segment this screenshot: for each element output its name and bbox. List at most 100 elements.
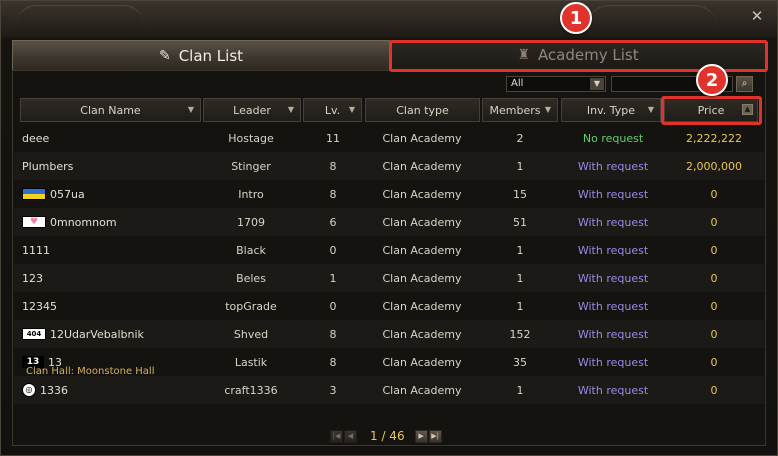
annotation-marker-2: 2 (696, 64, 728, 96)
table-row[interactable]: 1111 Black 0 Clan Academy 1 With request 0 (14, 236, 764, 264)
pagination: |◀ ◀ 1 / 46 ▶ ▶| (330, 428, 443, 444)
inv-type-cell: With request (577, 383, 649, 397)
price-cell: 0 (710, 243, 718, 257)
members-cell: 1 (516, 383, 524, 397)
column-header-members-label: Members (489, 103, 541, 117)
clan-type-cell: Clan Academy (382, 355, 462, 369)
column-header-inv-type-label: Inv. Type (586, 103, 636, 117)
level-cell: 0 (329, 299, 337, 313)
clan-name-text: 057ua (50, 187, 85, 201)
table-row[interactable]: 123 Beles 1 Clan Academy 1 With request 0 (14, 264, 764, 292)
leader-cell: craft1336 (224, 383, 278, 397)
inv-type-cell: With request (577, 327, 649, 341)
page-indicator: 1 / 46 (370, 429, 405, 443)
inv-type-cell: With request (577, 187, 649, 201)
column-header-clan-name-label: Clan Name (80, 103, 141, 117)
members-cell: 152 (509, 327, 531, 341)
filter-select-value: All (511, 78, 524, 89)
leader-cell: Lastik (234, 355, 268, 369)
column-header-members[interactable]: Members ▼ (482, 98, 558, 122)
clan-name-cell: Plumbers (22, 152, 212, 180)
clan-type-cell: Clan Academy (382, 271, 462, 285)
price-cell: 0 (710, 299, 718, 313)
leader-cell: Stinger (231, 159, 271, 173)
chevron-down-icon: ▼ (590, 78, 604, 90)
members-cell: 35 (513, 355, 527, 369)
members-cell: 2 (516, 131, 524, 145)
members-cell: 1 (516, 243, 524, 257)
clan-name-cell: ◎ 1336 (22, 376, 212, 404)
column-header-inv-type[interactable]: Inv. Type ▼ (561, 98, 661, 122)
leader-cell: Intro (238, 187, 264, 201)
inv-type-cell: With request (577, 215, 649, 229)
clan-type-cell: Clan Academy (382, 299, 462, 313)
search-icon[interactable]: ⌕ (736, 76, 753, 92)
leader-cell: 1709 (237, 215, 265, 229)
clan-name-cell: 123 (22, 264, 212, 292)
annotation-box-price-header (661, 96, 762, 125)
last-page-icon[interactable]: ▶| (428, 429, 442, 443)
inv-type-cell: No request (582, 131, 644, 145)
title-bar[interactable]: ✕ (1, 1, 777, 37)
level-cell: 11 (326, 131, 340, 145)
ukraine-flag-crest-icon (22, 188, 46, 200)
level-cell: 8 (329, 159, 337, 173)
table-row[interactable]: ♥ 0mnomnom 1709 6 Clan Academy 51 With request… (14, 208, 764, 236)
sort-arrow-icon: ▼ (287, 105, 295, 114)
table-row[interactable]: deee Hostage 11 Clan Academy 2 No request 2,22… (14, 124, 764, 152)
table-row[interactable]: 12345 topGrade 0 Clan Academy 1 With request 0 (14, 292, 764, 320)
column-header-level[interactable]: Lv. ▼ (303, 98, 362, 122)
sort-arrow-icon: ▼ (544, 105, 552, 114)
tab-clan-list[interactable]: ✎ Clan List (12, 40, 390, 70)
column-header-clan-type[interactable]: Clan type (365, 98, 480, 122)
price-cell: 2,000,000 (686, 159, 742, 173)
sort-arrow-icon: ▼ (187, 105, 195, 114)
scroll-quill-icon: ✎ (158, 47, 171, 64)
leader-cell: Beles (236, 271, 266, 285)
table-row[interactable]: 404 12UdarVebalbnik Shved 8 Clan Academy 152 W… (14, 320, 764, 348)
price-cell: 2,222,222 (686, 131, 742, 145)
members-cell: 1 (516, 299, 524, 313)
clan-type-cell: Clan Academy (382, 215, 462, 229)
close-icon[interactable]: ✕ (749, 8, 765, 24)
clan-name-text: Plumbers (22, 159, 74, 173)
column-header-leader[interactable]: Leader ▼ (203, 98, 301, 122)
column-header-clan-name[interactable]: Clan Name ▼ (20, 98, 201, 122)
round-crest-icon: ◎ (22, 383, 36, 397)
inv-type-cell: With request (577, 243, 649, 257)
level-cell: 8 (329, 327, 337, 341)
table-row[interactable]: Plumbers Stinger 8 Clan Academy 1 With reques… (14, 152, 764, 180)
clan-name-cell: 12345 (22, 292, 212, 320)
inv-type-cell: With request (577, 159, 649, 173)
prev-page-icon[interactable]: ◀ (344, 429, 357, 443)
members-cell: 1 (516, 271, 524, 285)
inv-type-cell: With request (577, 355, 649, 369)
clan-name-cell: deee (22, 124, 212, 152)
price-cell: 0 (710, 327, 718, 341)
clan-name-text: 12345 (22, 299, 57, 313)
clan-type-filter-select[interactable]: All ▼ (506, 76, 606, 92)
leader-cell: topGrade (225, 299, 277, 313)
clan-name-cell: ♥ 0mnomnom (22, 208, 212, 236)
price-cell: 0 (710, 271, 718, 285)
members-cell: 1 (516, 159, 524, 173)
404-crest-icon: 404 (22, 328, 46, 340)
annotation-marker-1: 1 (560, 2, 592, 34)
level-cell: 3 (329, 383, 337, 397)
clan-name-cell: 404 12UdarVebalbnik (22, 320, 212, 348)
level-cell: 1 (329, 271, 337, 285)
level-cell: 6 (329, 215, 337, 229)
clan-name-text: 0mnomnom (50, 215, 117, 229)
leader-cell: Hostage (228, 131, 274, 145)
level-cell: 0 (329, 243, 337, 257)
level-cell: 8 (329, 355, 337, 369)
next-page-icon[interactable]: ▶ (414, 429, 428, 443)
first-page-icon[interactable]: |◀ (330, 429, 343, 443)
table-row[interactable]: ◎ 1336 craft1336 3 Clan Academy 1 With request… (14, 376, 764, 404)
title-ornament-right (587, 5, 717, 27)
clan-type-cell: Clan Academy (382, 327, 462, 341)
tab-clan-list-label: Clan List (178, 46, 244, 65)
clan-type-cell: Clan Academy (382, 131, 462, 145)
table-row[interactable]: 057ua Intro 8 Clan Academy 15 With request 0 (14, 180, 764, 208)
price-cell: 0 (710, 383, 718, 397)
